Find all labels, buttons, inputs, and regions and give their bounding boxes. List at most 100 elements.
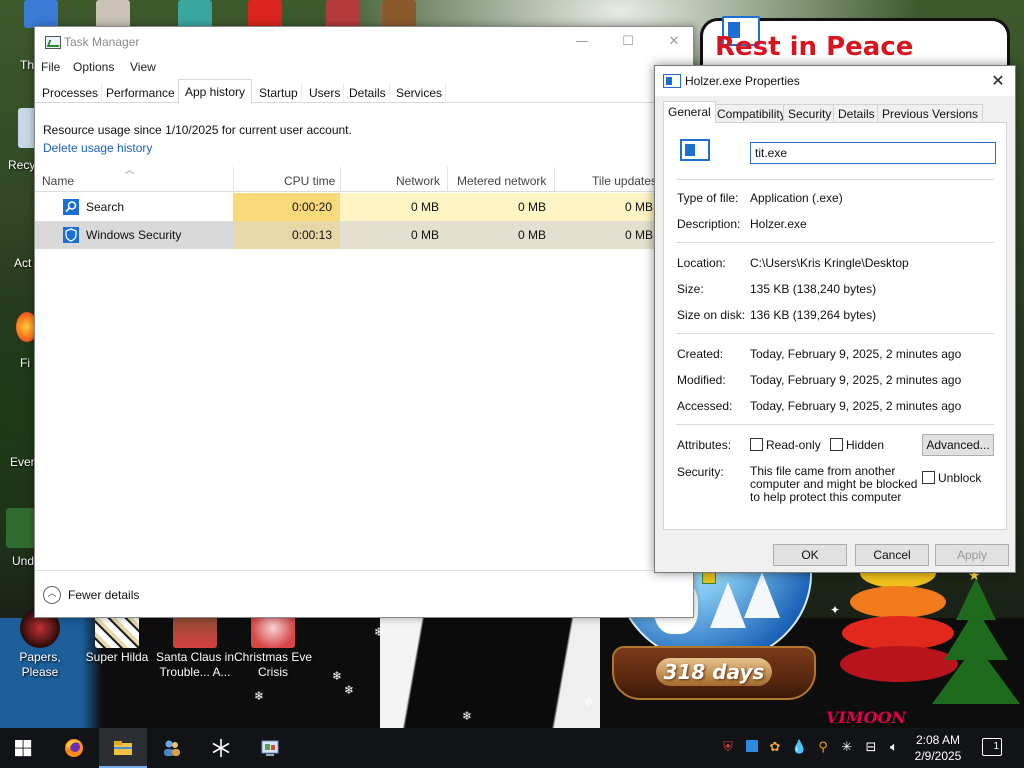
desktop-icon-label-partial[interactable]: Und [12, 554, 34, 568]
firefox-taskbar-button[interactable] [50, 728, 98, 768]
readonly-checkbox[interactable] [750, 438, 763, 451]
search-tray-icon[interactable]: ⚲ [815, 740, 831, 756]
folder-icon [114, 741, 132, 755]
desktop-icon-label: Papers, Please [19, 650, 61, 679]
maximize-button[interactable]: ☐ [605, 27, 651, 57]
desktop-icon-game[interactable] [96, 0, 130, 28]
tab-details[interactable]: Details [346, 83, 390, 103]
column-header-tile-updates[interactable]: Tile updates [592, 174, 657, 188]
advanced-button[interactable]: Advanced... [922, 434, 994, 456]
desktop-icon-santa[interactable] [326, 0, 360, 28]
ok-button[interactable]: OK [773, 544, 847, 566]
column-separator[interactable] [554, 167, 555, 192]
hidden-checkbox[interactable] [830, 438, 843, 451]
close-icon[interactable]: ✕ [987, 70, 1009, 92]
cancel-button[interactable]: Cancel [855, 544, 929, 566]
exe-file-icon [663, 74, 681, 88]
blue-square-icon[interactable] [744, 740, 760, 756]
desktop-icon-label-partial[interactable]: Act [14, 256, 31, 270]
column-separator[interactable] [233, 167, 234, 192]
column-header-name[interactable]: Name [42, 174, 74, 188]
type-value: Application (.exe) [750, 191, 843, 205]
desktop-icon-christmas-eve-crisis[interactable]: Christmas Eve Crisis [233, 608, 313, 680]
colorful-app-icon[interactable]: ✿ [767, 740, 783, 756]
droplet-icon[interactable]: 💧 [791, 740, 807, 756]
notifications-icon[interactable]: 1 [982, 738, 1002, 756]
fewer-details-button[interactable]: Fewer details [68, 588, 139, 602]
desktop-icon-character[interactable] [178, 0, 212, 28]
tab-app-history[interactable]: App history [178, 79, 253, 104]
divider [676, 424, 994, 425]
desktop-icon-label-partial[interactable]: Ever [10, 455, 35, 469]
tab-performance[interactable]: Performance [103, 83, 179, 103]
desktop-icon-papers-please[interactable]: Papers, Please [0, 608, 80, 680]
task-manager-titlebar[interactable]: Task Manager — ☐ ✕ [35, 27, 693, 57]
tab-general[interactable]: General [663, 101, 716, 123]
modified-value: Today, February 9, 2025, 2 minutes ago [750, 373, 962, 387]
location-label: Location: [677, 256, 726, 270]
snowflake-decoration: ❄ [344, 683, 355, 697]
volume-icon[interactable]: 🔈︎ [886, 740, 902, 756]
tab-services[interactable]: Services [393, 83, 447, 103]
people-taskbar-button[interactable] [148, 728, 196, 768]
minimize-button[interactable]: — [559, 27, 605, 57]
network-icon[interactable]: ⊟ [863, 740, 879, 756]
system-clock[interactable]: 2:08 AM 2/9/2025 [906, 732, 970, 764]
tab-compatibility[interactable]: Compatibility [712, 104, 791, 123]
tab-previous-versions[interactable]: Previous Versions [877, 104, 984, 123]
column-separator[interactable] [447, 167, 448, 192]
desktop-icon-santa-claus-in-trouble[interactable]: Santa Claus in Trouble... A... [155, 608, 235, 680]
windows-security-icon [63, 227, 79, 243]
chevron-up-icon[interactable]: ︿ [43, 586, 61, 604]
task-manager-icon [45, 36, 61, 49]
desktop-icon-label-partial[interactable]: Th [20, 58, 34, 72]
column-header-cpu-time[interactable]: CPU time [284, 174, 335, 188]
file-explorer-taskbar-button[interactable] [99, 728, 147, 768]
column-header-metered-network[interactable]: Metered network [457, 174, 546, 188]
tab-startup[interactable]: Startup [256, 83, 302, 103]
created-label: Created: [677, 347, 724, 361]
close-button[interactable]: ✕ [651, 27, 697, 57]
snowflake-tray-icon[interactable]: ✳ [839, 740, 855, 756]
readonly-label[interactable]: Read-only [766, 438, 821, 452]
tab-security[interactable]: Security [783, 104, 837, 123]
desktop-icon-reindeer[interactable] [382, 0, 416, 28]
delete-usage-history-link[interactable]: Delete usage history [43, 141, 152, 155]
desktop-icon-mcdonalds[interactable] [248, 0, 282, 28]
tab-users[interactable]: Users [306, 83, 345, 103]
recycle-bin-label[interactable]: Recy [8, 158, 35, 172]
menu-file[interactable]: File [41, 60, 60, 74]
dialog-title: Holzer.exe Properties [685, 74, 800, 88]
tile-updates-cell: 0 MB [554, 193, 661, 221]
accessed-label: Accessed: [677, 399, 733, 413]
tab-processes[interactable]: Processes [39, 83, 103, 103]
unblock-label[interactable]: Unblock [938, 471, 981, 485]
snowflake-taskbar-button[interactable] [197, 728, 245, 768]
exe-file-icon [680, 139, 710, 161]
unblock-checkbox[interactable] [922, 471, 935, 484]
column-header-network[interactable]: Network [396, 174, 440, 188]
filename-field[interactable] [750, 142, 996, 164]
size-on-disk-label: Size on disk: [677, 308, 746, 322]
desktop-icon-label: Super Hilda [85, 650, 149, 664]
modified-label: Modified: [677, 373, 726, 387]
apply-button[interactable]: Apply [935, 544, 1009, 566]
start-button[interactable] [0, 728, 48, 768]
tab-details[interactable]: Details [833, 104, 880, 123]
control-panel-taskbar-button[interactable] [246, 728, 294, 768]
hidden-label[interactable]: Hidden [846, 438, 884, 452]
menu-view[interactable]: View [130, 60, 156, 74]
table-row[interactable]: Windows Security 0:00:13 0 MB 0 MB 0 MB [35, 221, 695, 249]
people-icon [164, 740, 180, 756]
firefox-desktop-label[interactable]: Fi [20, 356, 30, 370]
shield-warning-icon[interactable]: ⛨ [720, 740, 736, 756]
taskbar: ⛨ ✿ 💧 ⚲ ✳ ⊟ 🔈︎ 2:08 AM 2/9/2025 1 [0, 728, 1024, 768]
desktop-icon-phone[interactable] [24, 0, 58, 28]
column-separator[interactable] [340, 167, 341, 192]
divider [676, 179, 994, 180]
menu-options[interactable]: Options [73, 60, 114, 74]
general-tab-panel: Type of file: Application (.exe) Descrip… [663, 122, 1007, 530]
attributes-label: Attributes: [677, 438, 732, 452]
properties-titlebar[interactable]: Holzer.exe Properties ✕ [655, 66, 1015, 96]
table-row[interactable]: Search 0:00:20 0 MB 0 MB 0 MB [35, 193, 695, 221]
